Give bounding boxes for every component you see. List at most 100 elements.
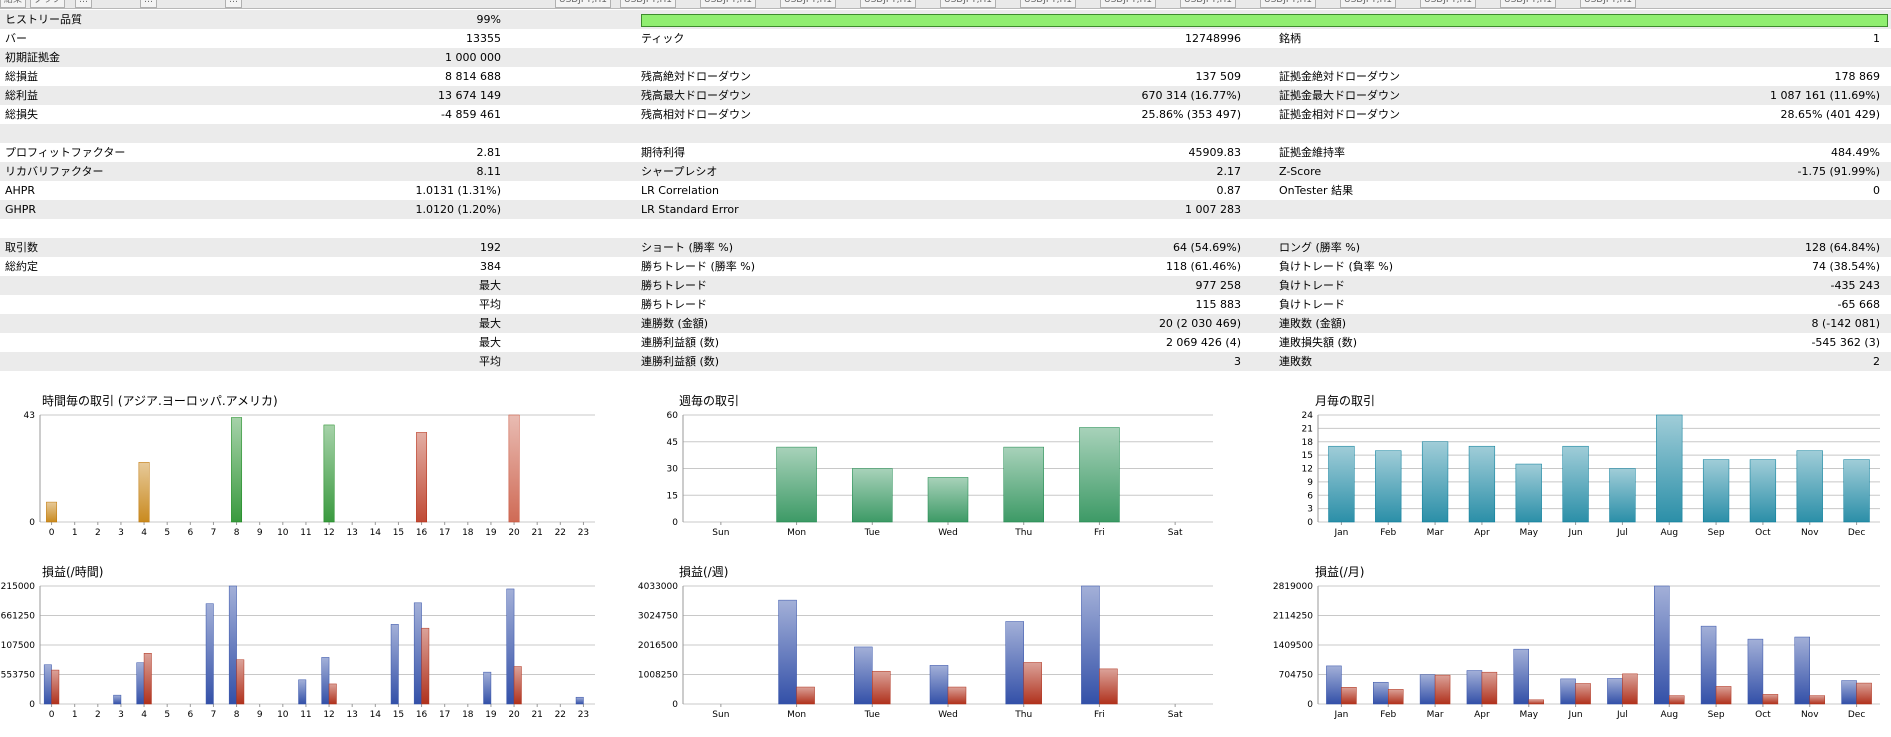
x-tick-label: 9 <box>257 710 263 720</box>
x-tick-label: 10 <box>277 528 289 538</box>
loss-bar <box>1669 695 1685 705</box>
stat-label-col2: ティック <box>641 32 685 45</box>
stat-value-col2: 2 069 426 (4) <box>1165 336 1241 349</box>
report-tab[interactable]: USDJPY,H1 <box>1260 0 1316 8</box>
report-tab[interactable]: … <box>140 0 157 8</box>
x-tick-label: 13 <box>346 528 357 538</box>
y-tick-label: 6 <box>1307 491 1313 501</box>
stat-value-col3: -65 668 <box>1837 298 1880 311</box>
loss-bar <box>1341 687 1357 705</box>
report-tab[interactable]: USDJPY,H1 <box>780 0 836 8</box>
loss-bar <box>51 669 60 705</box>
history-quality-bar <box>641 14 1888 27</box>
weekly-trades-plot: 60 45 30 15 0 Sun Mon Tue Wed Thu Fri Sat <box>667 411 1213 538</box>
history-quality-value: 99% <box>476 13 501 26</box>
x-tick-label: Tue <box>864 710 881 720</box>
stat-label-col3: 証拠金絶対ドローダウン <box>1279 70 1400 83</box>
report-tab[interactable]: USDJPY,H1 <box>700 0 756 8</box>
x-tick-label: 4 <box>141 528 147 538</box>
y-tick-label: 0 <box>1307 518 1313 528</box>
bar <box>1562 445 1589 523</box>
stat-row: 最大 勝ちトレード 977 258 負けトレード -435 243 <box>0 276 1891 295</box>
profit-bar <box>113 694 122 705</box>
stat-label-col1: 総約定 <box>5 260 38 273</box>
x-tick-label: Jan <box>1333 528 1348 538</box>
y-tick-label: 215000 <box>1 582 36 592</box>
profit-bar <box>778 599 797 705</box>
y-tick-label: 0 <box>29 518 35 528</box>
stat-value-col1: 384 <box>480 260 501 273</box>
report-tab[interactable]: USDJPY,H1 <box>620 0 676 8</box>
profit-bar <box>483 671 492 705</box>
report-tab[interactable]: 結果 <box>0 0 27 8</box>
x-tick-label: 0 <box>49 528 55 538</box>
stat-label-col3: 連敗損失額 (数) <box>1279 336 1358 349</box>
report-tab[interactable]: USDJPY,H1 <box>1420 0 1476 8</box>
y-tick-label: 24 <box>1302 411 1314 421</box>
stat-value-col3: 484.49% <box>1831 146 1880 159</box>
report-tab[interactable]: USDJPY,H1 <box>1580 0 1636 8</box>
report-tab[interactable]: USDJPY,H1 <box>940 0 996 8</box>
report-tab[interactable]: … <box>75 0 92 8</box>
profit-bar <box>1747 638 1764 705</box>
loss-bar <box>328 683 337 705</box>
stat-label-col2: ショート (勝率 %) <box>641 241 734 254</box>
report-tab[interactable]: USDJPY,H1 <box>1500 0 1556 8</box>
stat-label-col2: 連勝数 (金額) <box>641 317 709 330</box>
bar <box>1515 463 1542 523</box>
stat-row: バー 13355 ティック 12748996 銘柄 1 <box>0 29 1891 48</box>
x-tick-label: 0 <box>49 710 55 720</box>
profit-bar <box>413 602 422 705</box>
stat-label-col3: 負けトレード <box>1279 298 1345 311</box>
stat-label-col2: 勝ちトレード (勝率 %) <box>641 260 756 273</box>
x-tick-label: Jul <box>1616 710 1628 720</box>
bar <box>1702 459 1730 523</box>
y-tick-label: 2016500 <box>638 641 678 651</box>
report-tab[interactable]: USDJPY,H1 <box>1340 0 1396 8</box>
report-tab[interactable]: … <box>225 0 242 8</box>
y-tick-label: 107500 <box>1 641 36 651</box>
stat-label-col3: 証拠金維持率 <box>1279 146 1345 159</box>
x-tick-label: 1 <box>72 528 78 538</box>
stat-row: GHPR 1.0120 (1.20%) LR Standard Error 1 007… <box>0 200 1891 219</box>
x-tick-label: 17 <box>439 528 450 538</box>
x-tick-label: 2 <box>95 710 101 720</box>
report-tab[interactable]: USDJPY,H1 <box>1020 0 1076 8</box>
y-tick-label: 0 <box>672 518 678 528</box>
loss-bar <box>1023 662 1042 705</box>
stat-label-col2: 期待利得 <box>641 146 685 159</box>
x-tick-label: Mar <box>1427 710 1444 720</box>
y-tick-label: 18 <box>1302 438 1314 448</box>
stat-row: 初期証拠金 1 000 000 <box>0 48 1891 67</box>
report-tab[interactable]: USDJPY,H1 <box>1180 0 1236 8</box>
report-tab[interactable]: USDJPY,H1 <box>1100 0 1156 8</box>
stat-value-col2: 670 314 (16.77%) <box>1141 89 1241 102</box>
stat-value-col2: 64 (54.69%) <box>1172 241 1241 254</box>
stat-value-col1: 13355 <box>466 32 501 45</box>
stat-label-col1: 初期証拠金 <box>5 51 60 64</box>
x-tick-label: Mon <box>787 710 806 720</box>
y-tick-label: 0 <box>29 700 35 710</box>
loss-bar <box>1715 686 1732 705</box>
profit-bar <box>506 588 515 705</box>
report-tab[interactable]: USDJPY,H1 <box>555 0 611 8</box>
x-tick-label: Jun <box>1568 710 1583 720</box>
x-tick-label: 23 <box>578 528 589 538</box>
x-tick-label: 16 <box>416 710 428 720</box>
y-tick-label: 15 <box>667 491 678 501</box>
y-tick-label: 1409500 <box>1273 641 1313 651</box>
x-tick-label: 20 <box>508 710 520 720</box>
stat-row: 総損益 8 814 688 残高絶対ドローダウン 137 509 証拠金絶対ドローダウン… <box>0 67 1891 86</box>
stat-label-col3: 負けトレード (負率 %) <box>1279 260 1394 273</box>
bar <box>1609 468 1636 523</box>
stat-value-col2: 20 (2 030 469) <box>1158 317 1241 330</box>
x-tick-label: 7 <box>211 710 217 720</box>
y-tick-label: 2819000 <box>1273 582 1313 592</box>
loss-bar <box>1481 671 1498 705</box>
monthly-pnl-chart: 損益(/月) 2819000 2114250 1409500 704750 0 Jan Fe… <box>1268 562 1888 734</box>
stat-value-col2: 977 258 <box>1195 279 1242 292</box>
report-tab[interactable]: グラフ <box>30 0 66 8</box>
x-tick-label: 8 <box>234 710 240 720</box>
x-tick-label: 18 <box>462 528 474 538</box>
report-tab[interactable]: USDJPY,H1 <box>860 0 916 8</box>
